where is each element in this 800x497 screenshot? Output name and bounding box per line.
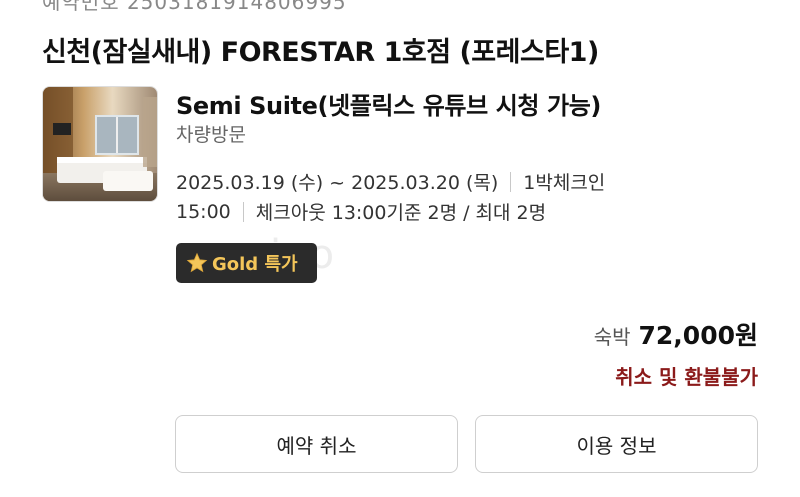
checkin-time: 15:00 (176, 200, 231, 223)
room-photo[interactable] (42, 86, 158, 202)
stay-times-line: 15:00 체크아웃 13:00 기준 2명 / 최대 2명 (176, 198, 546, 225)
checkin-label: 체크인 (552, 172, 606, 194)
booking-number-partial: 예약번호 2503181914806995 (42, 0, 347, 14)
occupancy: 기준 2명 / 최대 2명 (386, 202, 547, 224)
room-photo-image (43, 87, 157, 201)
stay-dates-line: 2025.03.19 (수) ~ 2025.03.20 (목) 1박 체크인 (176, 168, 605, 195)
cancel-reservation-button[interactable]: 예약 취소 (175, 415, 458, 473)
price-value: 72,000원 (638, 321, 758, 350)
nights-count: 1박 (523, 172, 553, 194)
room-name[interactable]: Semi Suite(넷플릭스 유튜브 시청 가능) (176, 86, 601, 121)
gold-deal-badge: Gold 특가 (176, 243, 317, 283)
divider (242, 201, 244, 222)
checkout-time: 체크아웃 13:00 (255, 202, 387, 224)
visit-type: 차량방문 (176, 124, 246, 146)
star-icon (186, 252, 208, 274)
price-row: 숙박 72,000원 (594, 316, 758, 352)
divider (510, 171, 512, 192)
refund-policy: 취소 및 환불불가 (615, 365, 758, 389)
usage-info-button[interactable]: 이용 정보 (475, 415, 758, 473)
hotel-name[interactable]: 신천(잠실새내) FORESTAR 1호점 (포레스타1) (42, 30, 599, 69)
stay-dates: 2025.03.19 (수) ~ 2025.03.20 (목) (176, 172, 499, 194)
price-label: 숙박 (593, 325, 631, 349)
badge-label: Gold 특가 (212, 254, 298, 275)
